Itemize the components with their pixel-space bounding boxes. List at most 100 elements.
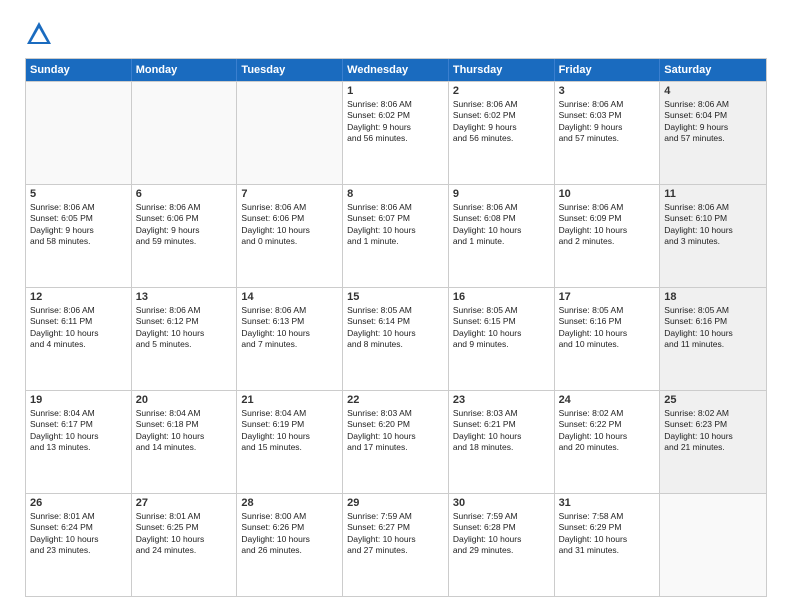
calendar-cell: 1 Sunrise: 8:06 AM Sunset: 6:02 PM Daylig… [343, 82, 449, 184]
cell-info: Sunrise: 8:06 AM Sunset: 6:03 PM Dayligh… [559, 99, 656, 145]
day-number: 20 [136, 394, 233, 406]
cell-info: Sunrise: 8:06 AM Sunset: 6:02 PM Dayligh… [347, 99, 444, 145]
page: SundayMondayTuesdayWednesdayThursdayFrid… [0, 0, 792, 612]
day-number: 8 [347, 188, 444, 200]
calendar-cell: 7Sunrise: 8:06 AM Sunset: 6:06 PM Daylig… [237, 185, 343, 287]
day-number: 5 [30, 188, 127, 200]
header-day-wednesday: Wednesday [343, 59, 449, 81]
day-number: 22 [347, 394, 444, 406]
day-number: 24 [559, 394, 656, 406]
day-number: 4 [664, 85, 762, 97]
cell-info: Sunrise: 8:06 AM Sunset: 6:02 PM Dayligh… [453, 99, 550, 145]
calendar-header: SundayMondayTuesdayWednesdayThursdayFrid… [26, 59, 766, 81]
calendar-cell: 13Sunrise: 8:06 AM Sunset: 6:12 PM Dayli… [132, 288, 238, 390]
calendar-cell: 24 Sunrise: 8:02 AM Sunset: 6:22 PM Dayli… [555, 391, 661, 493]
cell-info: Sunrise: 8:06 AM Sunset: 6:13 PM Dayligh… [241, 305, 338, 351]
calendar-cell: 17 Sunrise: 8:05 AM Sunset: 6:16 PM Dayli… [555, 288, 661, 390]
calendar-cell: 26Sunrise: 8:01 AM Sunset: 6:24 PM Dayli… [26, 494, 132, 596]
logo [25, 20, 57, 48]
day-number: 31 [559, 497, 656, 509]
cell-info: Sunrise: 7:58 AM Sunset: 6:29 PM Dayligh… [559, 511, 656, 557]
day-number: 12 [30, 291, 127, 303]
calendar-cell: 25 Sunrise: 8:02 AM Sunset: 6:23 PM Dayli… [660, 391, 766, 493]
day-number: 19 [30, 394, 127, 406]
calendar-cell: 21Sunrise: 8:04 AM Sunset: 6:19 PM Dayli… [237, 391, 343, 493]
day-number: 16 [453, 291, 550, 303]
cell-info: Sunrise: 8:06 AM Sunset: 6:11 PM Dayligh… [30, 305, 127, 351]
calendar-row-5: 26Sunrise: 8:01 AM Sunset: 6:24 PM Dayli… [26, 493, 766, 596]
cell-info: Sunrise: 8:03 AM Sunset: 6:21 PM Dayligh… [453, 408, 550, 454]
calendar-cell: 16Sunrise: 8:05 AM Sunset: 6:15 PM Dayli… [449, 288, 555, 390]
day-number: 27 [136, 497, 233, 509]
day-number: 9 [453, 188, 550, 200]
cell-info: Sunrise: 8:06 AM Sunset: 6:10 PM Dayligh… [664, 202, 762, 248]
day-number: 28 [241, 497, 338, 509]
header-day-tuesday: Tuesday [237, 59, 343, 81]
day-number: 14 [241, 291, 338, 303]
calendar-cell: 9 Sunrise: 8:06 AM Sunset: 6:08 PM Daylig… [449, 185, 555, 287]
calendar-row-2: 5 Sunrise: 8:06 AM Sunset: 6:05 PM Daylig… [26, 184, 766, 287]
calendar-row-4: 19 Sunrise: 8:04 AM Sunset: 6:17 PM Dayli… [26, 390, 766, 493]
cell-info: Sunrise: 8:00 AM Sunset: 6:26 PM Dayligh… [241, 511, 338, 557]
header-day-sunday: Sunday [26, 59, 132, 81]
calendar-row-1: 1 Sunrise: 8:06 AM Sunset: 6:02 PM Daylig… [26, 81, 766, 184]
calendar-cell: 4 Sunrise: 8:06 AM Sunset: 6:04 PM Daylig… [660, 82, 766, 184]
cell-info: Sunrise: 8:02 AM Sunset: 6:22 PM Dayligh… [559, 408, 656, 454]
calendar-row-3: 12 Sunrise: 8:06 AM Sunset: 6:11 PM Dayli… [26, 287, 766, 390]
header-day-friday: Friday [555, 59, 661, 81]
cell-info: Sunrise: 7:59 AM Sunset: 6:27 PM Dayligh… [347, 511, 444, 557]
logo-icon [25, 20, 53, 48]
day-number: 23 [453, 394, 550, 406]
day-number: 25 [664, 394, 762, 406]
day-number: 30 [453, 497, 550, 509]
day-number: 11 [664, 188, 762, 200]
day-number: 1 [347, 85, 444, 97]
calendar-cell [660, 494, 766, 596]
cell-info: Sunrise: 8:06 AM Sunset: 6:08 PM Dayligh… [453, 202, 550, 248]
day-number: 29 [347, 497, 444, 509]
calendar-cell [26, 82, 132, 184]
calendar-cell [132, 82, 238, 184]
cell-info: Sunrise: 8:06 AM Sunset: 6:09 PM Dayligh… [559, 202, 656, 248]
calendar-cell: 8 Sunrise: 8:06 AM Sunset: 6:07 PM Daylig… [343, 185, 449, 287]
cell-info: Sunrise: 8:01 AM Sunset: 6:25 PM Dayligh… [136, 511, 233, 557]
cell-info: Sunrise: 7:59 AM Sunset: 6:28 PM Dayligh… [453, 511, 550, 557]
calendar-cell: 12 Sunrise: 8:06 AM Sunset: 6:11 PM Dayli… [26, 288, 132, 390]
day-number: 2 [453, 85, 550, 97]
cell-info: Sunrise: 8:06 AM Sunset: 6:04 PM Dayligh… [664, 99, 762, 145]
calendar-cell: 23 Sunrise: 8:03 AM Sunset: 6:21 PM Dayli… [449, 391, 555, 493]
day-number: 15 [347, 291, 444, 303]
calendar-cell: 28 Sunrise: 8:00 AM Sunset: 6:26 PM Dayli… [237, 494, 343, 596]
cell-info: Sunrise: 8:02 AM Sunset: 6:23 PM Dayligh… [664, 408, 762, 454]
day-number: 13 [136, 291, 233, 303]
day-number: 7 [241, 188, 338, 200]
day-number: 6 [136, 188, 233, 200]
day-number: 3 [559, 85, 656, 97]
cell-info: Sunrise: 8:06 AM Sunset: 6:05 PM Dayligh… [30, 202, 127, 248]
calendar-cell: 27 Sunrise: 8:01 AM Sunset: 6:25 PM Dayli… [132, 494, 238, 596]
cell-info: Sunrise: 8:05 AM Sunset: 6:16 PM Dayligh… [664, 305, 762, 351]
cell-info: Sunrise: 8:04 AM Sunset: 6:17 PM Dayligh… [30, 408, 127, 454]
header [25, 20, 767, 48]
calendar-cell: 11 Sunrise: 8:06 AM Sunset: 6:10 PM Dayli… [660, 185, 766, 287]
cell-info: Sunrise: 8:01 AM Sunset: 6:24 PM Dayligh… [30, 511, 127, 557]
header-day-thursday: Thursday [449, 59, 555, 81]
cell-info: Sunrise: 8:04 AM Sunset: 6:18 PM Dayligh… [136, 408, 233, 454]
cell-info: Sunrise: 8:06 AM Sunset: 6:06 PM Dayligh… [136, 202, 233, 248]
calendar-cell: 22 Sunrise: 8:03 AM Sunset: 6:20 PM Dayli… [343, 391, 449, 493]
cell-info: Sunrise: 8:05 AM Sunset: 6:14 PM Dayligh… [347, 305, 444, 351]
cell-info: Sunrise: 8:06 AM Sunset: 6:07 PM Dayligh… [347, 202, 444, 248]
calendar-cell: 31 Sunrise: 7:58 AM Sunset: 6:29 PM Dayli… [555, 494, 661, 596]
calendar-cell: 10Sunrise: 8:06 AM Sunset: 6:09 PM Dayli… [555, 185, 661, 287]
cell-info: Sunrise: 8:05 AM Sunset: 6:16 PM Dayligh… [559, 305, 656, 351]
calendar-cell: 15 Sunrise: 8:05 AM Sunset: 6:14 PM Dayli… [343, 288, 449, 390]
header-day-monday: Monday [132, 59, 238, 81]
calendar-cell: 30 Sunrise: 7:59 AM Sunset: 6:28 PM Dayli… [449, 494, 555, 596]
calendar-cell [237, 82, 343, 184]
cell-info: Sunrise: 8:03 AM Sunset: 6:20 PM Dayligh… [347, 408, 444, 454]
calendar-cell: 6 Sunrise: 8:06 AM Sunset: 6:06 PM Daylig… [132, 185, 238, 287]
calendar-cell: 14 Sunrise: 8:06 AM Sunset: 6:13 PM Dayli… [237, 288, 343, 390]
day-number: 17 [559, 291, 656, 303]
calendar-cell: 29 Sunrise: 7:59 AM Sunset: 6:27 PM Dayli… [343, 494, 449, 596]
calendar-cell: 19 Sunrise: 8:04 AM Sunset: 6:17 PM Dayli… [26, 391, 132, 493]
